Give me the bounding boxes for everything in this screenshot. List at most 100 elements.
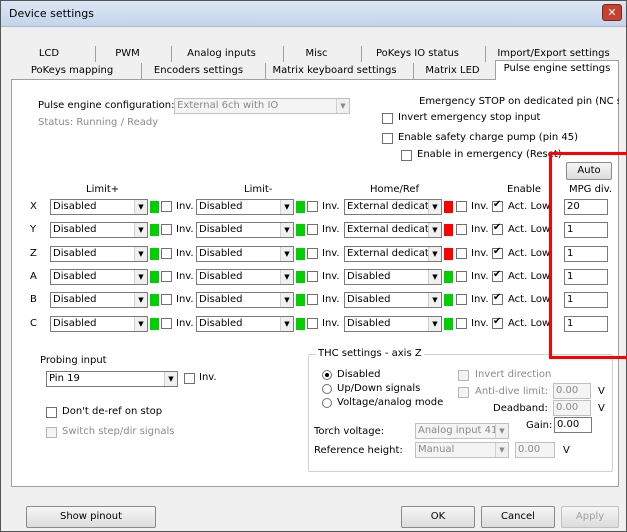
limit-minus-inv-checkbox[interactable] — [307, 318, 318, 329]
limit-minus-inv-checkbox[interactable] — [307, 201, 318, 212]
tab-pulse-engine-settings[interactable]: Pulse engine settings — [495, 60, 619, 80]
deadband-input[interactable]: 0.00 — [553, 400, 591, 416]
enable-checkbox[interactable] — [492, 199, 503, 212]
close-icon[interactable]: ✕ — [602, 4, 622, 21]
limit-plus-indicator — [150, 271, 159, 283]
limit-plus-inv-checkbox[interactable] — [161, 294, 172, 305]
home-ref-inv-checkbox[interactable] — [456, 248, 467, 259]
tab-pokeys-mapping[interactable]: PoKeys mapping — [15, 63, 129, 79]
tab-matrix-led[interactable]: Matrix LED — [413, 63, 491, 79]
limit-plus-inv-checkbox[interactable] — [161, 248, 172, 259]
home-ref-select[interactable]: Disabled ▼ — [344, 269, 442, 285]
probing-input-select[interactable]: Pin 19 ▼ — [46, 371, 178, 387]
tab-pokeys-io-status[interactable]: PoKeys IO status — [361, 46, 473, 62]
limit-minus-select[interactable]: Disabled ▼ — [196, 199, 294, 215]
limit-plus-select[interactable]: Disabled ▼ — [50, 316, 148, 332]
limit-plus-inv-label: Inv. — [176, 248, 194, 259]
home-ref-inv-checkbox[interactable] — [456, 318, 467, 329]
home-ref-select[interactable]: Disabled ▼ — [344, 292, 442, 308]
enable-checkbox[interactable] — [492, 292, 503, 305]
act-low-label: Act. Low — [508, 271, 551, 282]
limit-plus-select[interactable]: Disabled ▼ — [50, 199, 148, 215]
home-ref-indicator — [444, 271, 453, 283]
switch-step-dir-checkbox[interactable] — [46, 427, 57, 438]
enable-checkbox[interactable] — [492, 269, 503, 282]
limit-minus-select[interactable]: Disabled ▼ — [196, 316, 294, 332]
thc-mode-radio[interactable] — [322, 384, 332, 394]
enable-checkbox[interactable] — [492, 222, 503, 235]
header-enable: Enable — [507, 184, 542, 195]
home-ref-select[interactable]: External dedicate ▼ — [344, 246, 442, 262]
limit-minus-inv-checkbox[interactable] — [307, 224, 318, 235]
limit-plus-inv-checkbox[interactable] — [161, 271, 172, 282]
invert-direction-checkbox[interactable] — [458, 370, 469, 381]
limit-plus-inv-checkbox[interactable] — [161, 201, 172, 212]
probing-inv-label: Inv. — [199, 372, 217, 383]
limit-minus-indicator — [296, 224, 305, 236]
torch-voltage-select[interactable]: Analog input 41 ▼ — [415, 423, 509, 439]
apply-button[interactable]: Apply — [561, 506, 619, 528]
reference-height-select[interactable]: Manual ▼ — [415, 442, 509, 458]
tab-encoders-settings[interactable]: Encoders settings — [141, 63, 255, 79]
tab-lcd[interactable]: LCD — [15, 46, 83, 62]
limit-plus-select[interactable]: Disabled ▼ — [50, 222, 148, 238]
limit-plus-inv-checkbox[interactable] — [161, 318, 172, 329]
ok-button[interactable]: OK — [401, 506, 475, 528]
home-ref-select-value: Disabled — [347, 271, 391, 282]
home-ref-select[interactable]: Disabled ▼ — [344, 316, 442, 332]
tab-matrix-keyboard-settings[interactable]: Matrix keyboard settings — [265, 63, 403, 79]
limit-minus-indicator — [296, 248, 305, 260]
limit-plus-select-value: Disabled — [53, 294, 97, 305]
axis-label: Z — [30, 248, 37, 259]
limit-minus-inv-checkbox[interactable] — [307, 294, 318, 305]
act-low-label: Act. Low — [508, 201, 551, 212]
limit-minus-select[interactable]: Disabled ▼ — [196, 222, 294, 238]
home-ref-inv-checkbox[interactable] — [456, 294, 467, 305]
limit-minus-indicator — [296, 201, 305, 213]
tab-pwm[interactable]: PWM — [95, 46, 159, 62]
limit-plus-select[interactable]: Disabled ▼ — [50, 246, 148, 262]
home-ref-select[interactable]: External dedicate ▼ — [344, 199, 442, 215]
limit-plus-select[interactable]: Disabled ▼ — [50, 292, 148, 308]
safety-charge-pump-checkbox[interactable] — [382, 133, 393, 144]
dont-deref-checkbox[interactable] — [46, 407, 57, 418]
switch-step-dir-label: Switch step/dir signals — [62, 426, 175, 437]
probing-inv-checkbox[interactable] — [184, 373, 195, 384]
tab-misc[interactable]: Misc — [283, 46, 349, 62]
thc-mode-radio[interactable] — [322, 398, 332, 408]
limit-plus-select[interactable]: Disabled ▼ — [50, 269, 148, 285]
home-ref-inv-label: Inv. — [471, 248, 489, 259]
home-ref-indicator — [444, 318, 453, 330]
thc-mode-radio[interactable] — [322, 370, 332, 380]
invert-emergency-checkbox[interactable] — [382, 113, 393, 124]
enable-checkbox[interactable] — [492, 316, 503, 329]
chevron-down-icon: ▼ — [336, 99, 349, 113]
limit-minus-inv-checkbox[interactable] — [307, 271, 318, 282]
cancel-button[interactable]: Cancel — [481, 506, 555, 528]
limit-minus-inv-checkbox[interactable] — [307, 248, 318, 259]
anti-dive-input[interactable]: 0.00 — [553, 383, 591, 399]
pulse-engine-panel: Pulse engine configuration: External 6ch… — [11, 79, 619, 487]
enable-checkbox[interactable] — [492, 246, 503, 259]
home-ref-inv-checkbox[interactable] — [456, 271, 467, 282]
show-pinout-button[interactable]: Show pinout — [26, 506, 156, 528]
home-ref-inv-checkbox[interactable] — [456, 224, 467, 235]
limit-minus-select[interactable]: Disabled ▼ — [196, 292, 294, 308]
chevron-down-icon: ▼ — [428, 223, 441, 237]
gain-input[interactable]: 0.00 — [554, 417, 592, 433]
thc-title: THC settings - axis Z — [316, 348, 424, 359]
home-ref-inv-checkbox[interactable] — [456, 201, 467, 212]
pulse-engine-config-select[interactable]: External 6ch with IO ▼ — [174, 98, 350, 114]
limit-plus-inv-checkbox[interactable] — [161, 224, 172, 235]
act-low-label: Act. Low — [508, 318, 551, 329]
limit-minus-select[interactable]: Disabled ▼ — [196, 269, 294, 285]
enable-in-emergency-checkbox[interactable] — [401, 150, 412, 161]
limit-plus-select-value: Disabled — [53, 201, 97, 212]
reference-height-input[interactable]: 0.00 — [515, 442, 555, 458]
home-ref-select-value: Disabled — [347, 318, 391, 329]
home-ref-select[interactable]: External dedicate ▼ — [344, 222, 442, 238]
limit-minus-select[interactable]: Disabled ▼ — [196, 246, 294, 262]
tab-analog-inputs[interactable]: Analog inputs — [171, 46, 271, 62]
anti-dive-checkbox[interactable] — [458, 387, 469, 398]
probing-input-label: Probing input — [40, 355, 107, 366]
